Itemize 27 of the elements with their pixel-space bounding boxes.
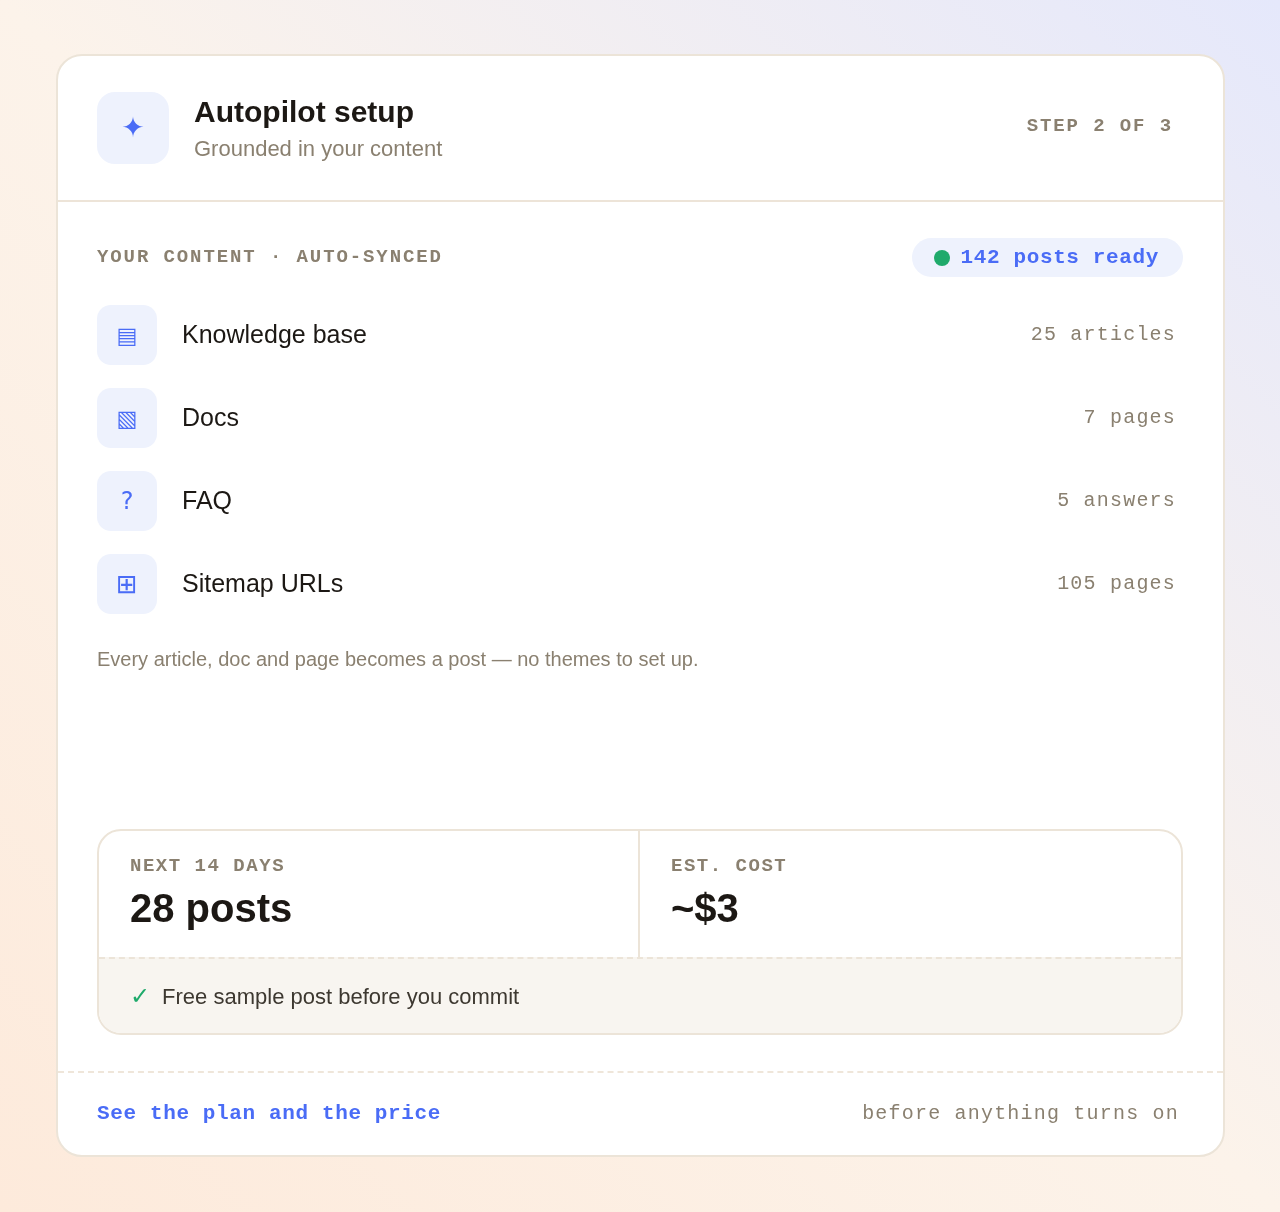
- lined-square-icon: ▤: [97, 305, 157, 365]
- source-name: Docs: [182, 402, 239, 434]
- check-icon: ✓: [130, 984, 151, 1008]
- step-indicator: STEP 2 OF 3: [1026, 113, 1173, 139]
- footer-note: before anything turns on: [862, 1101, 1179, 1127]
- guarantee-text: Free sample post before you commit: [162, 982, 520, 1011]
- card-title: Autopilot setup: [194, 93, 415, 130]
- source-name: Knowledge base: [182, 319, 367, 351]
- card-subtitle: Grounded in your content: [194, 134, 443, 163]
- source-name: Sitemap URLs: [182, 568, 344, 600]
- sparkle-icon: ✦: [97, 92, 169, 164]
- grid-square-icon: ⊞: [97, 554, 157, 614]
- content-note: Every article, doc and page becomes a post — no themes to set up.: [97, 647, 700, 672]
- source-name: FAQ: [182, 485, 232, 517]
- source-count: 7 pages: [1083, 405, 1176, 431]
- source-count: 25 articles: [1030, 322, 1176, 348]
- stat-value: 28 posts: [130, 885, 294, 932]
- source-count: 105 pages: [1057, 571, 1176, 597]
- question-mark-icon: ?: [97, 471, 157, 531]
- hatched-square-icon: ▧: [97, 388, 157, 448]
- section-heading: YOUR CONTENT · AUTO-SYNCED: [97, 245, 443, 271]
- stat-value: ~$3: [671, 885, 740, 932]
- badge-text: 142 posts ready: [960, 244, 1159, 271]
- plan-link[interactable]: See the plan and the price: [97, 1098, 442, 1130]
- stat-label: EST. COST: [671, 854, 789, 879]
- stat-label: NEXT 14 DAYS: [130, 854, 287, 879]
- source-count: 5 answers: [1057, 488, 1176, 514]
